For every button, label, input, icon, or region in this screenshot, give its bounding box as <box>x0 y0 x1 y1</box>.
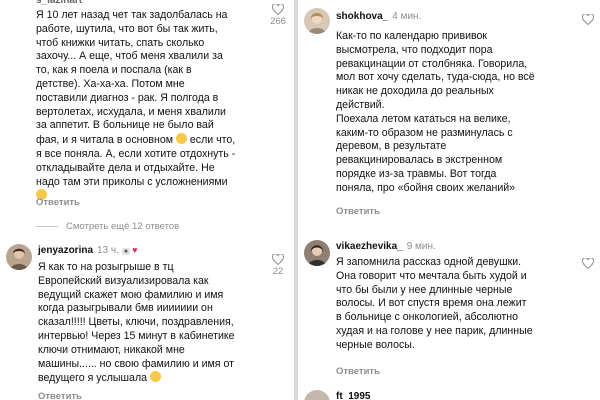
comment-header: vikaezhevika_ 9 мин. <box>336 241 436 252</box>
avatar[interactable] <box>304 240 330 266</box>
comment-text: Я запомнила рассказ одной девушки. Она г… <box>336 256 533 351</box>
reply-button[interactable]: Ответить <box>38 391 82 400</box>
creator-avatar-badge: ● <box>121 248 131 255</box>
view-more-replies-link[interactable]: Смотреть ещё 12 ответов <box>36 221 179 232</box>
comment-partial: ft_1995 <box>298 388 600 400</box>
heart-icon <box>582 14 594 25</box>
avatar[interactable] <box>6 244 32 270</box>
right-comments-panel: shokhova_ 4 мин. Как-то по календарю прив… <box>298 0 600 400</box>
like-count: 22 <box>272 266 284 277</box>
comment-text: Как-то по календарю прививок высмотрела,… <box>336 30 535 194</box>
laughing-emoji-icon <box>149 371 161 383</box>
comment-username[interactable]: vikaezhevika_ <box>336 241 403 252</box>
like-button[interactable] <box>578 258 598 269</box>
laughing-emoji-icon <box>175 133 187 145</box>
like-button[interactable]: 22 <box>268 254 288 277</box>
heart-icon <box>272 254 284 265</box>
avatar[interactable] <box>304 8 330 34</box>
heart-icon <box>582 258 594 269</box>
reply-button[interactable]: Ответить <box>336 206 380 217</box>
comment-header: jenyazorina 13 ч. ● ♥ <box>38 245 138 256</box>
comment-username[interactable]: s_lazinart <box>36 0 82 6</box>
comment-header: shokhova_ 4 мин. <box>336 11 421 22</box>
comment-username[interactable]: jenyazorina <box>38 245 93 256</box>
reply-thread-line <box>36 225 58 227</box>
comment-shokhova: shokhova_ 4 мин. Как-то по календарю прив… <box>298 0 600 225</box>
comment-text: Я как то на розыгрыше в тц Европейский в… <box>38 261 235 385</box>
comment-jenyazorina: jenyazorina 13 ч. ● ♥ Я как то на розыгрыше… <box>0 240 294 400</box>
heart-icon <box>272 4 284 15</box>
comment-username[interactable]: ft_1995 <box>336 391 370 400</box>
comment-time: 4 мин. <box>392 11 422 22</box>
comment-text: Я 10 лет назад чет так задолбалась на ра… <box>36 9 268 204</box>
avatar[interactable] <box>304 390 330 400</box>
like-count: 266 <box>270 16 286 27</box>
comment-time: 13 ч. <box>97 245 119 256</box>
comment-username[interactable]: shokhova_ <box>336 11 388 22</box>
like-button[interactable] <box>578 14 598 25</box>
reply-button[interactable]: Ответить <box>336 366 380 377</box>
comment-top-left: s_lazinart Я 10 лет назад чет так задолб… <box>0 0 294 215</box>
comment-time: 9 мин. <box>406 241 436 252</box>
reply-button[interactable]: Ответить <box>36 197 80 208</box>
comment-vikaezhevika: vikaezhevika_ 9 мин. Я запомнила рассказ … <box>298 234 600 384</box>
creator-liked-heart-icon: ♥ <box>132 245 138 255</box>
like-button[interactable]: 266 <box>268 4 288 27</box>
left-comments-panel: s_lazinart Я 10 лет назад чет так задолб… <box>0 0 294 400</box>
